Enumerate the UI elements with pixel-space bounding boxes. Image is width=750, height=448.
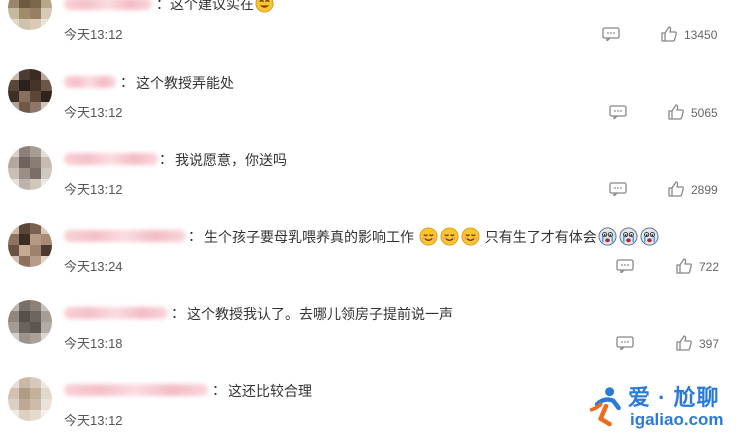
crying-emoji-icon (640, 227, 659, 246)
smiling-emoji-icon (440, 227, 459, 246)
username[interactable] (64, 76, 116, 88)
comment-text: 这个教授我认了。去哪儿领房子提前说一声 (187, 306, 453, 322)
avatar[interactable] (8, 377, 52, 421)
reply-icon[interactable] (602, 27, 620, 41)
runner-logo-icon (589, 387, 621, 427)
laughing-emoji-icon (255, 0, 274, 13)
like-count: 722 (699, 260, 720, 274)
avatar[interactable] (8, 300, 52, 344)
avatar[interactable] (8, 146, 52, 190)
like-count: 2899 (691, 183, 718, 197)
crying-emoji-icon (598, 227, 617, 246)
comment-time: 今天13:24 (64, 259, 123, 274)
comment-text: 这个教授弄能处 (136, 75, 234, 91)
comment-text: 这还比较合理 (228, 383, 312, 399)
username[interactable] (64, 307, 168, 319)
reply-icon[interactable] (616, 259, 634, 273)
avatar[interactable] (8, 223, 52, 267)
comment-time: 今天13:12 (64, 182, 123, 197)
watermark-domain: igaliao.com (630, 410, 724, 429)
username[interactable] (64, 153, 158, 165)
username[interactable] (64, 0, 152, 10)
name-colon: ： (159, 151, 173, 167)
username[interactable] (64, 384, 208, 396)
comment-text: 我说愿意，你送吗 (175, 152, 287, 168)
smiling-emoji-icon (419, 227, 438, 246)
name-colon: ： (212, 382, 226, 398)
like-icon[interactable] (660, 25, 678, 43)
crying-emoji-icon (619, 227, 638, 246)
smiling-emoji-icon (461, 227, 480, 246)
avatar[interactable] (8, 0, 52, 30)
name-colon: ： (171, 305, 185, 321)
comment-item: ： 这个教授我认了。去哪儿领房子提前说一声 今天13:18 397 (0, 294, 750, 371)
like-icon[interactable] (667, 103, 685, 121)
comment-time: 今天13:12 (64, 27, 123, 42)
watermark-brand: 爱 · 尬聊 (628, 385, 720, 410)
name-colon: ： (188, 228, 202, 244)
watermark-logo: 爱 · 尬聊 igaliao.com (588, 378, 748, 442)
comment-time: 今天13:12 (64, 413, 123, 428)
username[interactable] (64, 230, 186, 242)
like-icon[interactable] (667, 180, 685, 198)
like-count: 397 (699, 337, 720, 351)
comment-text: 这个建议实在 (170, 0, 275, 14)
reply-icon[interactable] (616, 336, 634, 350)
name-colon: ： (120, 74, 134, 90)
comment-time: 今天13:18 (64, 336, 123, 351)
like-count: 13450 (684, 28, 718, 42)
comment-item: ： 这个建议实在 今天13:12 13450 (0, 0, 750, 63)
comment-item: ： 这个教授弄能处 今天13:12 5065 (0, 63, 750, 140)
reply-icon[interactable] (609, 182, 627, 196)
like-icon[interactable] (675, 334, 693, 352)
reply-icon[interactable] (609, 105, 627, 119)
name-colon: ： (156, 0, 170, 12)
like-count: 5065 (691, 106, 718, 120)
comment-text: 生个孩子要母乳喂养真的影响工作 只有生了才有体会 (204, 227, 660, 247)
comment-item: ： 我说愿意，你送吗 今天13:12 2899 (0, 140, 750, 217)
like-icon[interactable] (675, 257, 693, 275)
comment-time: 今天13:12 (64, 105, 123, 120)
avatar[interactable] (8, 69, 52, 113)
comment-item: ： 生个孩子要母乳喂养真的影响工作 只有生了才有体会 今天13:24 722 (0, 217, 750, 294)
